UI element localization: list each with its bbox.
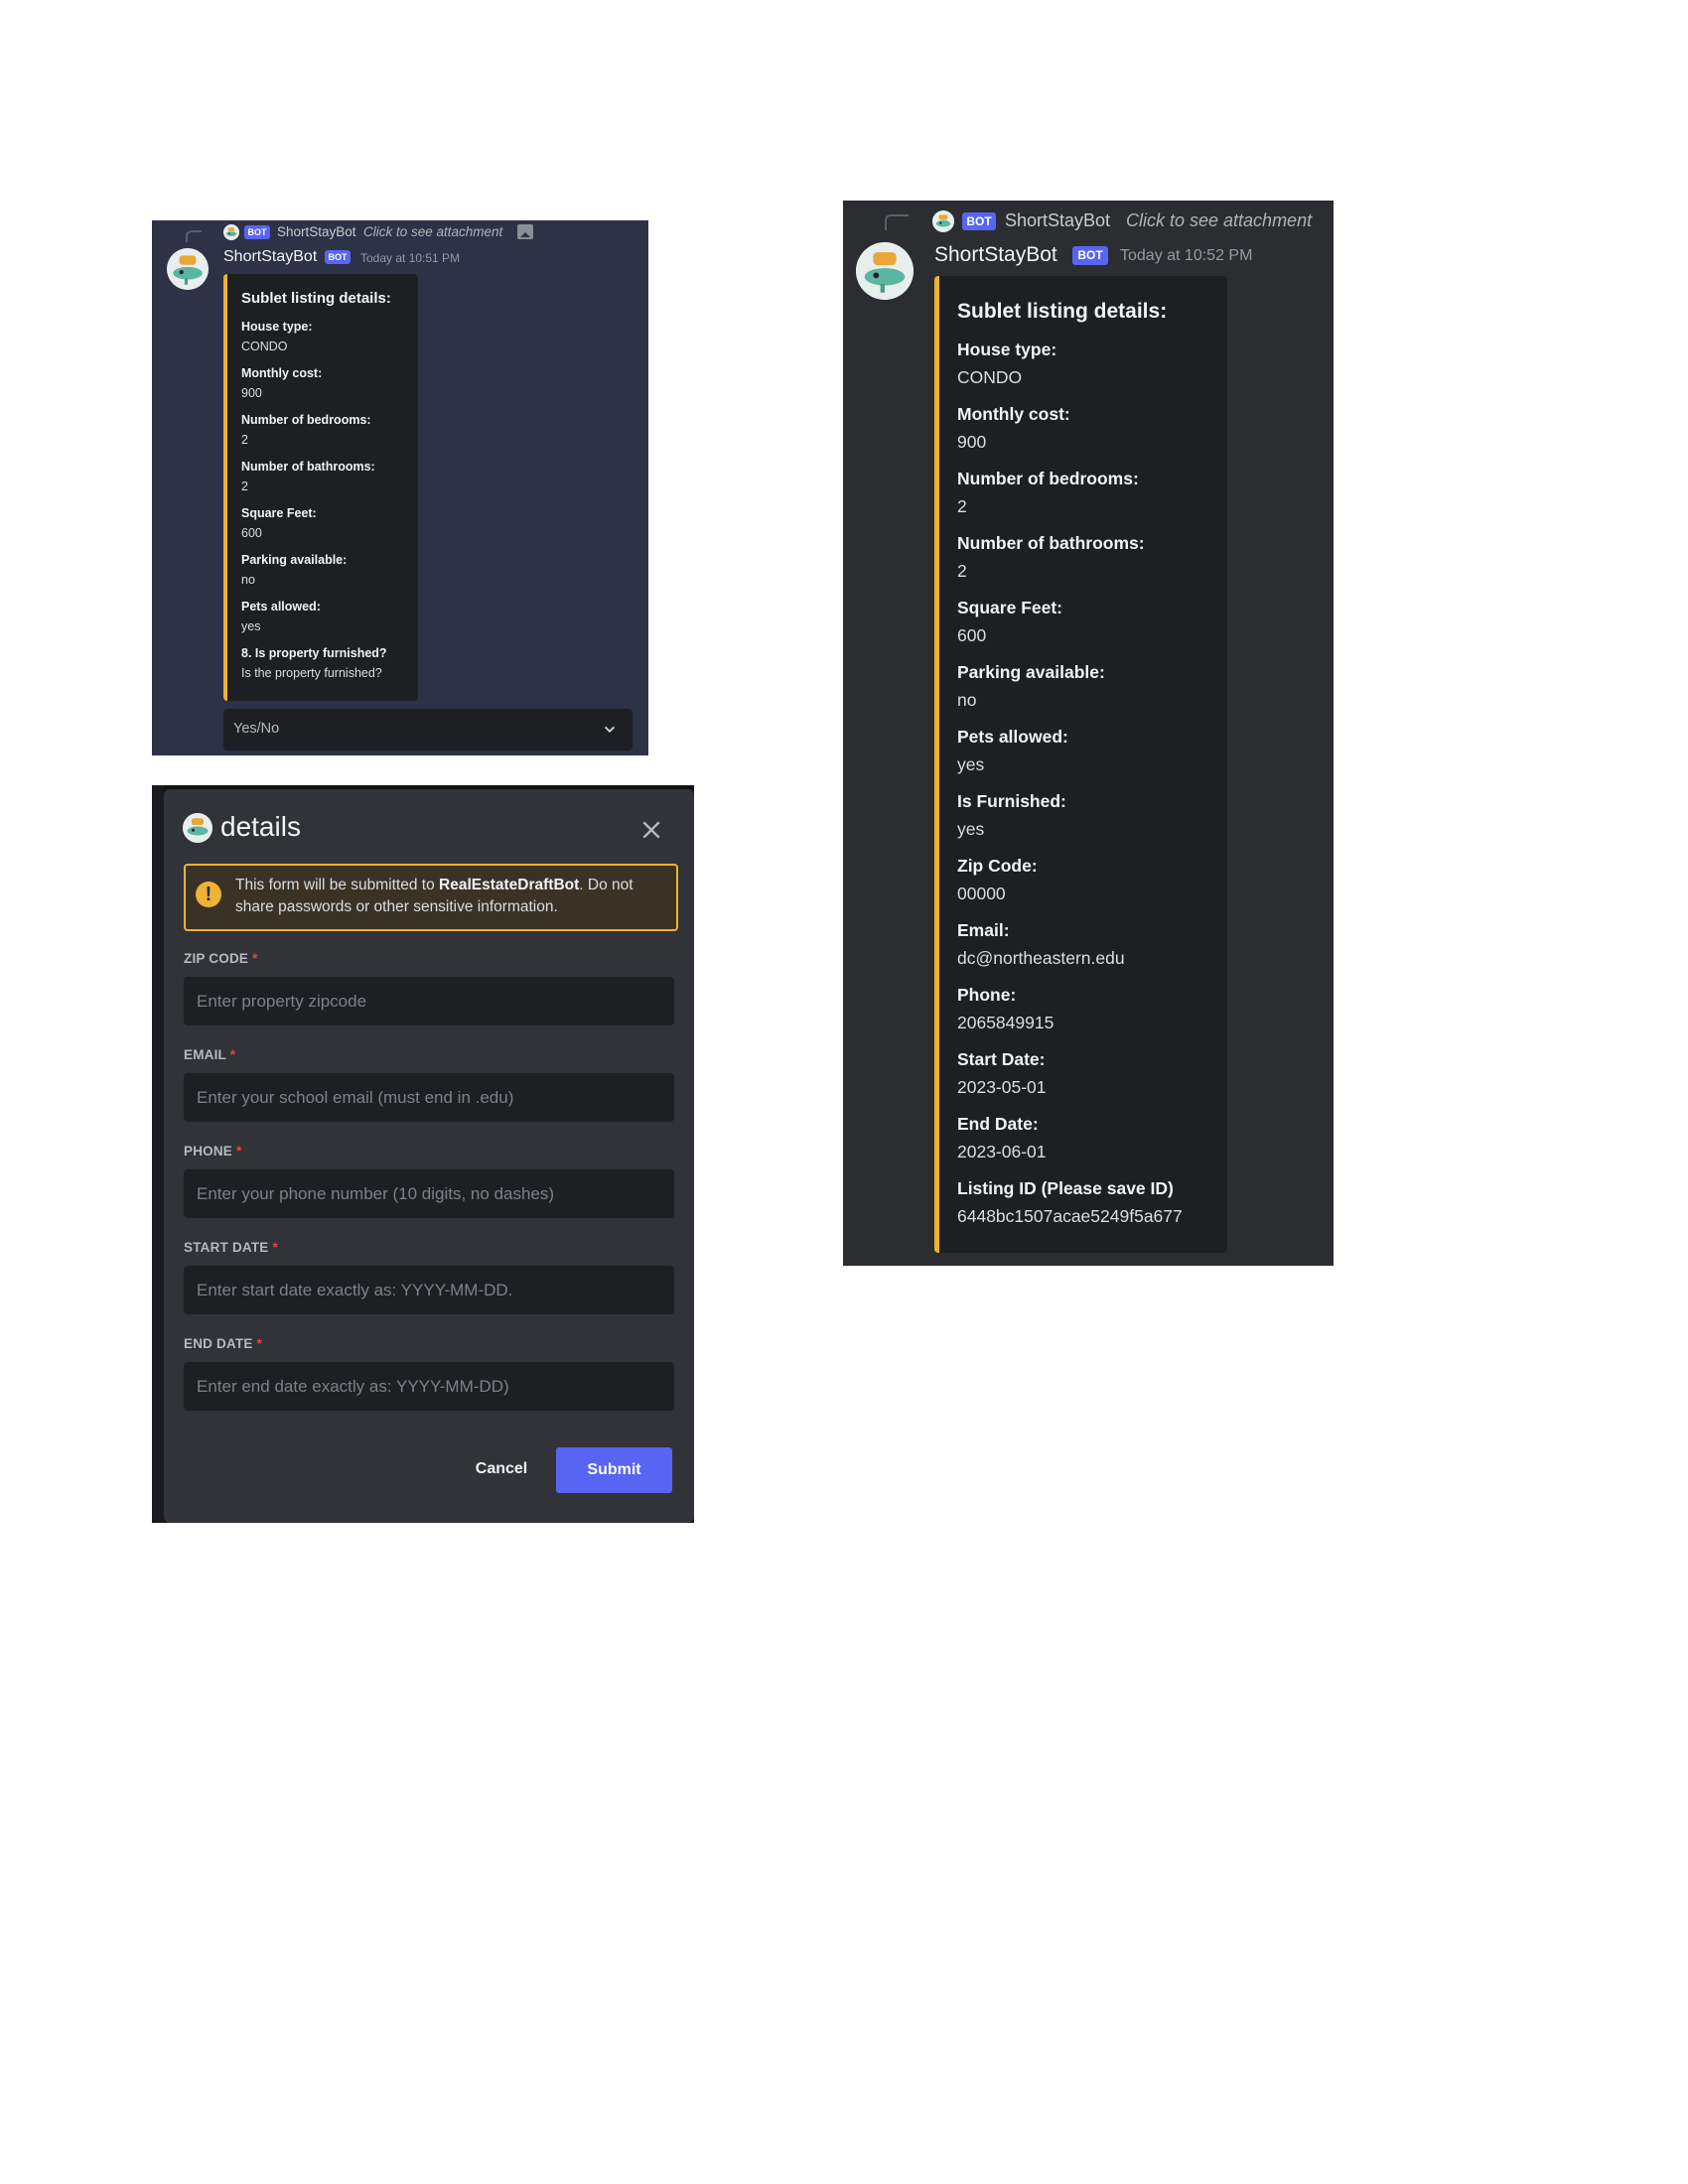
reply-author-name[interactable]: ShortStayBot (1005, 210, 1110, 231)
embed-field-name: House type: (241, 320, 313, 334)
background-strip (152, 785, 164, 1523)
embed-field-value: yes (957, 754, 985, 774)
email-label: EMAIL * (184, 1047, 236, 1062)
listing-embed: Sublet listing details: House type: COND… (934, 276, 1227, 1253)
image-icon (517, 224, 533, 239)
start-date-input[interactable] (184, 1266, 674, 1314)
embed-title: Sublet listing details: (241, 290, 391, 307)
embed-field-value: Is the property furnished? (241, 666, 382, 680)
phone-input[interactable] (184, 1169, 674, 1218)
message-timestamp: Today at 10:51 PM (360, 251, 461, 265)
embed-field-name: Start Date: (957, 1049, 1046, 1069)
start-date-label: START DATE * (184, 1240, 278, 1255)
author-bot-tag: BOT (1072, 246, 1108, 265)
cancel-button[interactable]: Cancel (462, 1447, 541, 1491)
embed-field-name: Parking available: (957, 662, 1105, 682)
select-placeholder: Yes/No (233, 721, 280, 737)
reply-bot-tag: BOT (244, 225, 270, 239)
embed-title: Sublet listing details: (957, 300, 1168, 323)
embed-field-value: CONDO (957, 367, 1023, 387)
embed-field-name: Zip Code: (957, 856, 1038, 876)
embed-field-name: Email: (957, 920, 1010, 940)
zip-code-input[interactable] (184, 977, 674, 1025)
end-date-input[interactable] (184, 1362, 674, 1411)
modal-bot-avatar-icon (183, 813, 212, 843)
email-input[interactable] (184, 1073, 674, 1122)
embed-field-value: 600 (957, 625, 987, 645)
embed-field-value: dc@northeastern.edu (957, 948, 1125, 968)
embed-field-value: 2023-06-01 (957, 1142, 1047, 1161)
embed-field-value: 2 (957, 496, 967, 516)
author-bot-tag: BOT (325, 250, 351, 264)
warning-text: This form will be submitted to RealEstat… (235, 877, 633, 915)
close-icon[interactable] (640, 819, 662, 841)
zip-code-label: ZIP CODE * (184, 951, 258, 966)
embed-field-value: 2 (241, 479, 248, 493)
embed-field-name: Is Furnished: (957, 791, 1066, 811)
embed-field-value: no (957, 690, 977, 710)
author-name[interactable]: ShortStayBot (223, 248, 317, 266)
embed-field-name: Square Feet: (241, 506, 317, 520)
embed-field-value: yes (241, 619, 261, 633)
listing-embed: Sublet listing details: House type: COND… (223, 274, 418, 701)
embed-field-name: Monthly cost: (957, 404, 1070, 424)
embed-field-value: no (241, 573, 255, 587)
details-modal: details ! This form will be submitted to… (164, 789, 694, 1523)
embed-field-value: 600 (241, 526, 262, 540)
warning-banner: ! This form will be submitted to RealEst… (184, 864, 678, 931)
warning-icon: ! (196, 882, 221, 907)
embed-field-value: 6448bc1507acae5249f5a677 (957, 1206, 1183, 1226)
chevron-down-icon[interactable] (603, 723, 617, 737)
embed-field-value: CONDO (241, 340, 288, 353)
modal-panel: details ! This form will be submitted to… (152, 785, 694, 1523)
phone-label: PHONE * (184, 1144, 242, 1159)
reply-connector (885, 214, 909, 230)
furnished-select[interactable]: Yes/No (223, 709, 633, 751)
embed-field-value: 2 (241, 433, 248, 447)
embed-field-value: 2065849915 (957, 1013, 1055, 1032)
embed-field-value: 00000 (957, 884, 1006, 903)
embed-field-name: Monthly cost: (241, 366, 323, 380)
embed-field-name: Listing ID (Please save ID) (957, 1178, 1174, 1198)
reply-attachment-link[interactable]: Click to see attachment (363, 224, 502, 239)
embed-field-name: Pets allowed: (241, 600, 321, 614)
embed-field-name: House type: (957, 340, 1057, 359)
embed-field-name: Number of bedrooms: (957, 469, 1139, 488)
reply-attachment-link[interactable]: Click to see attachment (1126, 210, 1312, 231)
embed-field-name: End Date: (957, 1114, 1039, 1134)
message-panel-large: BOT ShortStayBot Click to see attachment… (843, 201, 1334, 1266)
author-avatar-icon[interactable] (856, 242, 914, 300)
modal-title: details (220, 811, 301, 842)
embed-field-value: 900 (241, 386, 262, 400)
reply-avatar-icon (223, 224, 239, 240)
author-name[interactable]: ShortStayBot (934, 243, 1057, 267)
embed-field-name: Number of bathrooms: (957, 533, 1145, 553)
end-date-label: END DATE * (184, 1336, 263, 1351)
embed-field-value: yes (957, 819, 985, 839)
message-timestamp: Today at 10:52 PM (1120, 247, 1253, 264)
author-avatar-icon[interactable] (167, 248, 209, 290)
embed-field-value: 2 (957, 561, 967, 581)
reply-avatar-icon (932, 210, 954, 232)
embed-field-name: Number of bathrooms: (241, 460, 375, 474)
embed-field-name: Number of bedrooms: (241, 413, 371, 427)
message-panel-small: BOT ShortStayBot Click to see attachment… (152, 220, 648, 755)
reply-author-name[interactable]: ShortStayBot (277, 224, 356, 239)
embed-field-name: Phone: (957, 985, 1017, 1005)
submit-button[interactable]: Submit (556, 1447, 672, 1493)
embed-field-name: 8. Is property furnished? (241, 646, 387, 660)
reply-bot-tag: BOT (962, 212, 996, 230)
reply-connector (186, 230, 202, 242)
embed-field-value: 900 (957, 432, 987, 452)
embed-field-name: Parking available: (241, 553, 348, 567)
embed-field-name: Square Feet: (957, 598, 1062, 617)
embed-field-value: 2023-05-01 (957, 1077, 1047, 1097)
embed-field-name: Pets allowed: (957, 727, 1068, 747)
